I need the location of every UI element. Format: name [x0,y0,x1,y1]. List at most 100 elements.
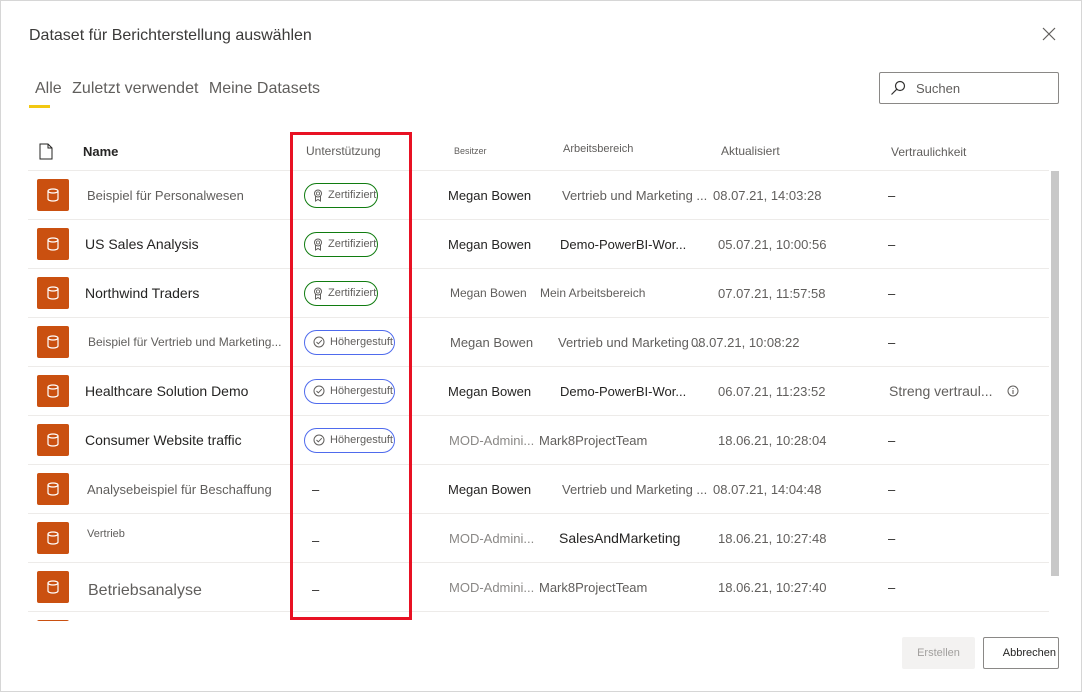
sensitivity-cell: – [888,285,896,301]
table-row[interactable]: Beispiel für Personalwesen Zertifiziert … [28,171,1049,220]
owner-cell: MOD-Admini... [449,432,535,448]
sensitivity-cell: Streng vertraul... [889,367,1019,415]
owner-cell: Megan Bowen [448,236,532,252]
promoted-badge: Höhergestuft [304,329,395,355]
refreshed-cell: 08.07.21, 10:08:22 [691,334,800,350]
info-icon[interactable] [1007,385,1019,397]
promoted-badge: Höhergestuft [304,427,395,453]
sensitivity-cell: – [888,530,896,546]
vertical-scrollbar[interactable] [1051,171,1059,576]
table-row[interactable]: Northwind Traders Zertifiziert Megan Bow… [28,269,1049,318]
owner-cell: Megan Bowen [448,383,532,399]
refreshed-cell: 08.07.21, 14:03:28 [713,187,822,203]
dataset-icon [37,571,69,603]
table-row[interactable]: Consumer Website traffic Höhergestuft MO… [28,416,1049,465]
endorsement-label: Zertifiziert [328,189,377,201]
endorsement-cell: Höhergestuft [304,416,395,464]
active-tab-indicator [29,105,50,108]
promoted-badge: Höhergestuft [304,378,395,404]
create-button[interactable]: Erstellen [902,637,975,669]
dataset-name[interactable]: Northwind Traders [85,269,199,317]
sensitivity-cell: – [888,236,896,252]
name-column-header[interactable]: Name [83,131,118,171]
promoted-check-icon [313,434,325,446]
owner-cell: Megan Bowen [450,334,534,350]
endorsement-label: Höhergestuft [330,434,393,446]
owner-column-header[interactable]: Besitzer [454,131,487,171]
dataset-icon [37,473,69,505]
dataset-picker-dialog: Dataset für Berichterstellung auswählen … [0,0,1082,692]
endorsement-cell: Höhergestuft [304,318,395,366]
table-row[interactable]: Healthcare Solution Demo Höhergestuft Me… [28,367,1049,416]
workspace-cell: Demo-PowerBI-Wor... [560,236,687,252]
dataset-name[interactable]: Betriebsanalyse [88,567,202,615]
refreshed-cell: 07.07.21, 11:57:58 [718,285,826,301]
dataset-name[interactable]: Beispiel für Vertrieb und Marketing... [88,318,281,366]
endorsement-column-header[interactable]: Unterstützung [306,131,381,171]
table-row[interactable]: US Sales Analysis Zertifiziert Megan Bow… [28,220,1049,269]
promoted-check-icon [313,385,325,397]
endorsement-cell: Höhergestuft [304,367,395,415]
table-row[interactable]: Beispiel für Vertrieb und Marketing... H… [28,318,1049,367]
type-column-header [39,131,53,171]
dataset-icon [37,228,69,260]
refreshed-cell: 08.07.21, 14:04:48 [713,481,822,497]
workspace-cell: Vertrieb und Marketing ... [562,187,708,203]
endorsement-cell: – [312,581,320,597]
cancel-button[interactable]: Abbrechen [983,637,1059,669]
dataset-icon [37,522,69,554]
table-row[interactable]: Betriebsanalyse – MOD-Admini... Mark8Pro… [28,563,1049,612]
dataset-name[interactable]: Consumer Website traffic [85,416,242,464]
workspace-cell: Mark8ProjectTeam [539,432,648,448]
refreshed-column-header[interactable]: Aktualisiert [721,131,780,171]
workspace-cell: Demo-PowerBI-Wor... [560,383,687,399]
dataset-icon [37,277,69,309]
sensitivity-cell: – [888,579,896,595]
sensitivity-cell: – [888,334,896,350]
endorsement-cell: – [312,532,320,548]
refreshed-cell: 06.07.21, 11:23:52 [718,383,826,399]
owner-cell: MOD-Admini... [449,530,535,546]
endorsement-cell: Zertifiziert [304,171,379,219]
table-row[interactable]: Analysebeispiel für Beschaffung – Megan … [28,465,1049,514]
sensitivity-cell: – [888,187,896,203]
dataset-name[interactable]: Beispiel für Personalwesen [87,171,244,219]
certified-badge: Zertifiziert [304,231,379,257]
owner-cell: Megan Bowen [448,187,532,203]
sensitivity-cell: – [888,432,896,448]
dataset-name[interactable]: US Sales Analysis [85,220,199,268]
dataset-name[interactable]: Vertrieb [87,510,125,558]
endorsement-cell: – [312,481,320,497]
dataset-name[interactable]: Analysebeispiel für Beschaffung [87,465,272,513]
workspace-cell: Vertrieb und Marketing ... [558,334,704,350]
endorsement-label: Zertifiziert [328,287,377,299]
dataset-icon [37,326,69,358]
owner-cell: Megan Bowen [448,481,532,497]
tab-recent[interactable]: Zuletzt verwendet [72,80,198,97]
table-row[interactable] [28,612,1049,621]
sensitivity-cell: – [888,481,896,497]
workspace-cell: SalesAndMarketing [559,530,681,546]
endorsement-cell: Zertifiziert [304,269,379,317]
promoted-check-icon [313,336,325,348]
dataset-list: Beispiel für Personalwesen Zertifiziert … [28,171,1049,621]
dataset-name[interactable]: Healthcare Solution Demo [85,367,248,415]
search-icon [891,80,906,95]
tab-my-datasets[interactable]: Meine Datasets [209,80,320,97]
search-box[interactable] [879,72,1059,104]
certified-ribbon-icon [314,189,322,202]
sensitivity-column-header[interactable]: Vertraulichkeit [891,132,966,172]
search-input[interactable] [916,80,1046,96]
tab-all[interactable]: Alle [35,80,62,97]
dialog-title: Dataset für Berichterstellung auswählen [29,27,312,44]
endorsement-label: Höhergestuft [330,385,393,397]
workspace-cell: Mark8ProjectTeam [539,579,648,595]
table-row[interactable]: Vertrieb – MOD-Admini... SalesAndMarketi… [28,514,1049,563]
refreshed-cell: 18.06.21, 10:27:48 [718,530,827,546]
close-button[interactable] [1041,26,1057,42]
certified-ribbon-icon [314,287,322,300]
refreshed-cell: 18.06.21, 10:27:40 [718,579,827,595]
workspace-column-header[interactable]: Arbeitsbereich [563,129,633,169]
file-icon [39,143,53,159]
refreshed-cell: 05.07.21, 10:00:56 [718,236,827,252]
